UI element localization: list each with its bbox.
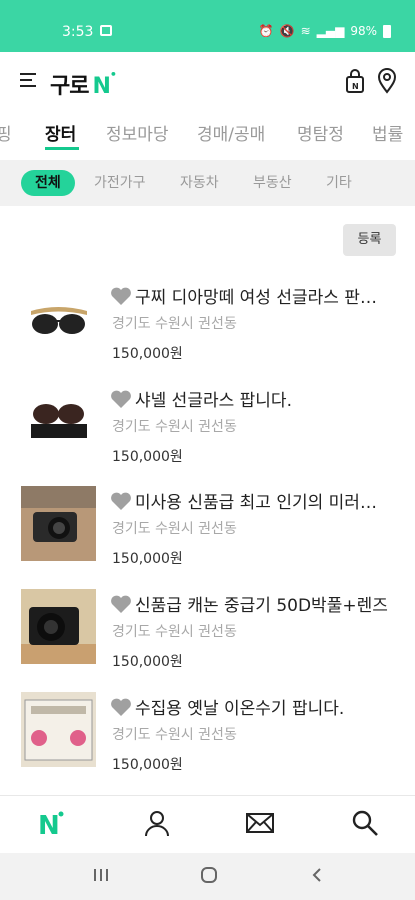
mail-icon[interactable]	[245, 808, 275, 838]
listing-title: 샤넬 선글라스 팝니다.	[135, 391, 292, 411]
chip-appliances[interactable]: 가전가구	[94, 170, 146, 196]
heart-icon[interactable]	[110, 594, 132, 614]
tab-law[interactable]: 법률	[372, 120, 403, 145]
system-navigation-bar	[0, 853, 415, 900]
listing-price: 150,000원	[112, 449, 183, 465]
menu-icon[interactable]	[20, 73, 38, 87]
search-icon[interactable]	[350, 808, 380, 838]
heart-icon[interactable]	[110, 286, 132, 306]
recents-icon[interactable]	[92, 865, 110, 885]
chip-cars[interactable]: 자동차	[180, 170, 219, 196]
heart-icon[interactable]	[110, 697, 132, 717]
battery-icon	[383, 24, 391, 38]
tab-market[interactable]: 장터	[45, 120, 76, 145]
tab-detective[interactable]: 명탐정	[297, 120, 344, 145]
battery-percent: 98%	[350, 24, 377, 38]
sunglasses-thumbnail	[21, 281, 96, 356]
app-header: 구로 N• N	[0, 52, 415, 110]
svg-text:N: N	[38, 811, 60, 838]
heart-icon[interactable]	[110, 389, 132, 409]
subcategory-bar: 전체 가전가구 자동차 부동산 기타	[0, 160, 415, 206]
sunglasses-thumbnail	[21, 384, 96, 459]
listing-location: 경기도 수원시 권선동	[112, 727, 237, 743]
home-icon[interactable]	[199, 865, 219, 885]
listing-location: 경기도 수원시 권선동	[112, 624, 237, 640]
status-bar: 3:53 ⏰ 🔇 ≋ ▂▄▆ 98%	[0, 0, 415, 52]
mute-icon: 🔇	[279, 24, 295, 38]
signal-icon: ▂▄▆	[316, 24, 345, 38]
listing-location: 경기도 수원시 권선동	[112, 316, 237, 332]
chip-all[interactable]: 전체	[21, 170, 75, 196]
chip-realestate[interactable]: 부동산	[253, 170, 292, 196]
list-item[interactable]: 샤넬 선글라스 팝니다. 경기도 수원시 권선동 150,000원	[0, 384, 415, 486]
register-button[interactable]: 등록	[343, 224, 396, 256]
list-item[interactable]: 미사용 신품급 최고 인기의 미러리스 카메라 경기도 수원시 권선동 150,…	[0, 486, 415, 588]
active-tab-indicator	[45, 147, 79, 150]
list-item[interactable]: 수집용 옛날 이온수기 팝니다. 경기도 수원시 권선동 150,000원	[0, 692, 415, 794]
tab-info[interactable]: 정보마당	[106, 120, 169, 145]
app-logo: 구로 N•	[50, 68, 117, 99]
back-icon[interactable]	[309, 865, 325, 885]
listing-price: 150,000원	[112, 757, 183, 773]
bottom-navigation: N	[0, 795, 415, 853]
listing-location: 경기도 수원시 권선동	[112, 419, 237, 435]
ionizer-thumbnail	[21, 692, 96, 767]
listing-title: 구찌 디아망떼 여성 선글라스 판매합니다	[135, 288, 390, 308]
chip-etc[interactable]: 기타	[326, 170, 352, 196]
listing-location: 경기도 수원시 권선동	[112, 521, 237, 537]
gallery-notification-icon	[100, 25, 112, 36]
list-item[interactable]: 구찌 디아망떼 여성 선글라스 판매합니다 경기도 수원시 권선동 150,00…	[0, 281, 415, 383]
listing-price: 150,000원	[112, 654, 183, 670]
home-logo-icon[interactable]: N	[36, 808, 66, 838]
listing-title: 수집용 옛날 이온수기 팝니다.	[135, 699, 345, 719]
wifi-icon: ≋	[300, 24, 311, 38]
listing-title: 신품급 캐논 중급기 50D박풀+렌즈	[135, 596, 388, 616]
status-time: 3:53	[62, 24, 94, 40]
tab-auction[interactable]: 경매/공매	[197, 120, 265, 145]
listing-price: 150,000원	[112, 551, 183, 567]
tab-prev[interactable]: 핑	[0, 120, 12, 145]
shopping-bag-icon[interactable]: N	[343, 68, 367, 94]
list-item[interactable]: 신품급 캐논 중급기 50D박풀+렌즈 경기도 수원시 권선동 150,000원	[0, 589, 415, 691]
alarm-icon: ⏰	[258, 24, 274, 38]
location-pin-icon[interactable]	[375, 68, 399, 94]
listing-price: 150,000원	[112, 346, 183, 362]
heart-icon[interactable]	[110, 491, 132, 511]
status-icons: ⏰ 🔇 ≋ ▂▄▆ 98%	[259, 24, 391, 38]
camera-thumbnail	[21, 589, 96, 664]
svg-text:N: N	[352, 82, 359, 91]
listing-title: 미사용 신품급 최고 인기의 미러리스 카메라	[135, 493, 390, 513]
profile-icon[interactable]	[142, 808, 172, 838]
camera-thumbnail	[21, 486, 96, 561]
